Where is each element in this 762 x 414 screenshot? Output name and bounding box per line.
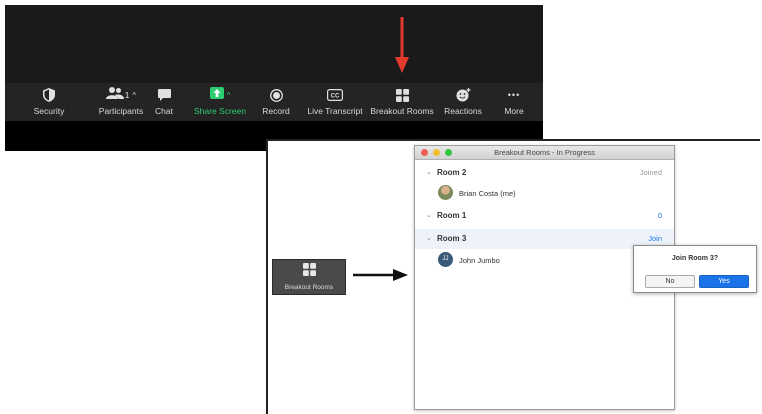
more-button[interactable]: ••• More: [478, 87, 550, 116]
share-up-arrow-icon: [209, 86, 224, 104]
share-screen-label: Share Screen: [194, 106, 246, 116]
record-icon: [269, 87, 283, 103]
zoom-toolbar-screenshot: Security 1 ^ Participants Chat ^ Share S…: [5, 5, 543, 151]
live-transcript-label: Live Transcript: [307, 106, 363, 116]
four-squares-icon: [395, 87, 409, 103]
smiley-plus-icon: [456, 87, 471, 103]
member-name: John Jumbo: [459, 256, 500, 265]
window-title: Breakout Rooms - In Progress: [494, 148, 595, 157]
room-name: Room 1: [437, 211, 467, 220]
dialog-question: Join Room 3?: [671, 255, 719, 262]
breakout-rooms-label: Breakout Rooms: [370, 106, 434, 116]
member-name: Brian Costa (me): [459, 189, 516, 198]
join-room-dialog: Join Room 3? No Yes: [633, 245, 757, 293]
breakout-rooms-tile[interactable]: Breakout Rooms: [272, 259, 346, 295]
room-row-room-2[interactable]: ⌄ Room 2 Joined: [415, 163, 674, 183]
avatar: [438, 185, 453, 200]
shield-icon: [43, 87, 55, 103]
red-pointer-arrow-icon: [395, 17, 409, 73]
four-squares-icon: [302, 263, 316, 281]
share-caret-icon[interactable]: ^: [227, 91, 231, 100]
chevron-down-icon[interactable]: ⌄: [426, 168, 432, 176]
more-label: More: [504, 106, 524, 116]
svg-text:CC: CC: [331, 94, 340, 100]
chat-label: Chat: [155, 106, 173, 116]
security-label: Security: [33, 106, 65, 116]
join-room-link[interactable]: Join: [648, 234, 662, 243]
room-row-room-1[interactable]: ⌄ Room 1 0: [415, 206, 674, 226]
live-transcript-button[interactable]: CC Live Transcript: [299, 87, 371, 116]
member-row: Brian Costa (me): [415, 183, 674, 205]
no-button[interactable]: No: [645, 275, 695, 288]
meeting-controls-bar: Security 1 ^ Participants Chat ^ Share S…: [5, 83, 543, 121]
chevron-down-icon[interactable]: ⌄: [426, 234, 432, 242]
people-icon: [105, 86, 124, 104]
chat-bubble-icon: [157, 87, 171, 103]
right-arrow-icon: [353, 269, 408, 281]
ellipsis-icon: •••: [507, 90, 521, 100]
security-button[interactable]: Security: [13, 87, 85, 116]
avatar: JJ: [438, 252, 453, 267]
chevron-down-icon[interactable]: ⌄: [426, 211, 432, 219]
room-name: Room 3: [437, 234, 467, 243]
yes-button[interactable]: Yes: [699, 275, 749, 288]
room-status-joined: Joined: [639, 168, 662, 177]
window-titlebar: Breakout Rooms - In Progress: [415, 146, 674, 160]
breakout-rooms-tile-label: Breakout Rooms: [284, 284, 334, 291]
room-name: Room 2: [437, 168, 467, 177]
room-count: 0: [657, 211, 662, 220]
record-label: Record: [262, 106, 290, 116]
cc-icon: CC: [327, 87, 343, 103]
reactions-label: Reactions: [444, 106, 482, 116]
